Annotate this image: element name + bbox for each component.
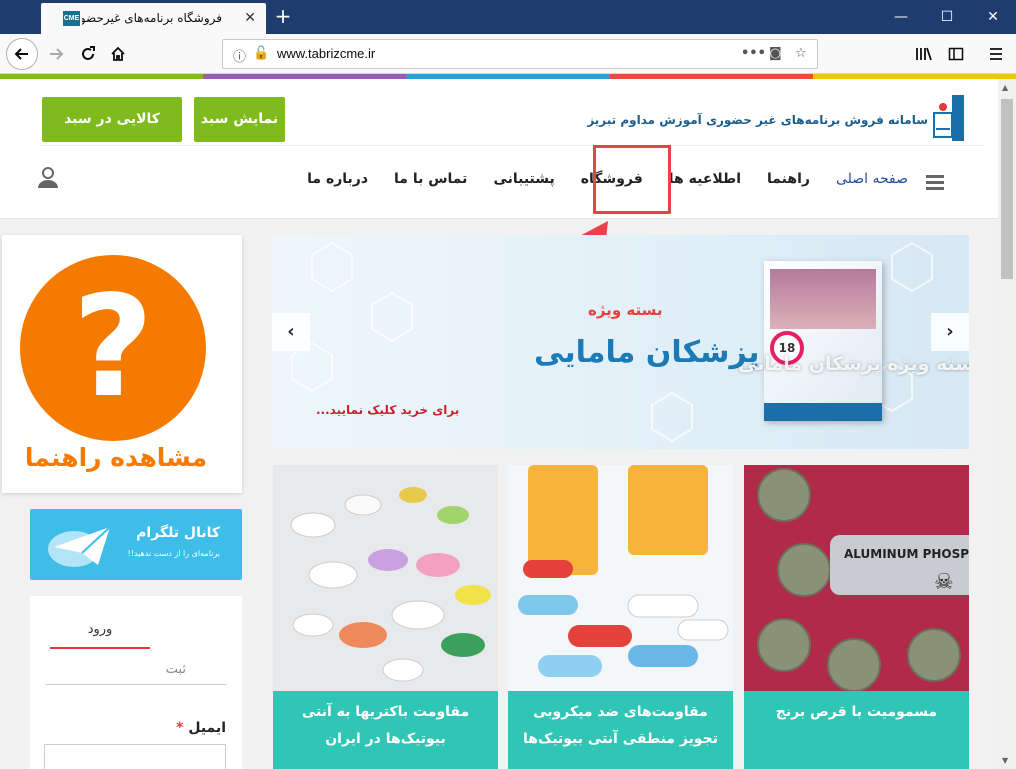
menu-item-guide[interactable]: راهنما bbox=[767, 171, 810, 187]
menu-button[interactable] bbox=[982, 40, 1010, 68]
email-label: ایمیل * bbox=[176, 720, 226, 736]
home-icon bbox=[111, 46, 125, 61]
product-label-text: ALUMINUM PHOSPHI bbox=[844, 547, 969, 561]
shop-highlight-box bbox=[593, 145, 671, 214]
telegram-plane-icon bbox=[48, 526, 111, 567]
aluminum-phosphide-image: ALUMINUM PHOSPHI ☠ bbox=[744, 465, 969, 691]
window-close-button[interactable]: ✕ bbox=[970, 0, 1016, 34]
insecure-lock-icon[interactable]: 🔓 bbox=[253, 46, 269, 61]
site-logo-icon[interactable] bbox=[930, 93, 968, 143]
product-caption[interactable]: مقاومت باکتریها به آنتی بیوتیک‌ها در ایر… bbox=[273, 691, 498, 769]
slide-cta[interactable]: برای خرید کلیک نمایید... bbox=[316, 403, 459, 417]
telegram-title: کانال تلگرام bbox=[136, 525, 220, 541]
telegram-subtitle: برنامه‌ای را از دست ندهید!! bbox=[127, 549, 221, 558]
header-divider bbox=[40, 145, 985, 146]
minimize-button[interactable]: — bbox=[878, 0, 924, 34]
menu-item-home[interactable]: صفحه اصلی bbox=[836, 171, 908, 187]
sidebar-icon bbox=[948, 47, 964, 61]
empty-cart-button[interactable]: کالایی در سبد نیست bbox=[42, 97, 182, 172]
email-field[interactable] bbox=[44, 744, 226, 769]
required-mark: * bbox=[176, 720, 184, 736]
reload-icon bbox=[82, 46, 95, 60]
menu-item-contact[interactable]: تماس با ما bbox=[394, 171, 467, 187]
box-photo bbox=[770, 269, 876, 329]
pills-image bbox=[273, 465, 498, 691]
site-menu-icon[interactable] bbox=[926, 175, 944, 190]
maximize-button[interactable]: ☐ bbox=[924, 0, 970, 34]
library-icon bbox=[916, 47, 932, 61]
browser-titlebar: CME فروشگاه برنامه‌های غیرحضوری مر ✕ + —… bbox=[0, 0, 1016, 34]
reload-button[interactable] bbox=[74, 40, 102, 68]
site-header: کالایی در سبد نیست نمایش سبد سامانه فروش… bbox=[0, 79, 998, 219]
tab-register[interactable]: ثبت bbox=[50, 662, 226, 677]
scroll-up-icon[interactable]: ▲ bbox=[1002, 83, 1008, 92]
email-label-text: ایمیل bbox=[188, 720, 226, 736]
tab-close-icon[interactable]: ✕ bbox=[244, 9, 256, 27]
slider-prev-button[interactable]: ‹ bbox=[272, 313, 310, 351]
product-card[interactable]: مقاومت‌های ضد میکروبی تجویز منطقی آنتی ب… bbox=[508, 465, 733, 769]
scroll-thumb[interactable] bbox=[1001, 99, 1013, 279]
browser-tab[interactable]: CME فروشگاه برنامه‌های غیرحضوری مر ✕ bbox=[41, 3, 266, 34]
product-box-image: 18 bbox=[764, 261, 882, 421]
url-bar[interactable]: ⓘ 🔓 www.tabrizcme.ir ••• ◙ ☆ bbox=[222, 39, 818, 69]
sidebar-button[interactable] bbox=[942, 40, 970, 68]
forward-arrow-icon bbox=[50, 48, 64, 60]
library-button[interactable] bbox=[910, 40, 938, 68]
menu-item-support[interactable]: پشتیبانی bbox=[493, 171, 554, 187]
telegram-banner[interactable]: کانال تلگرام برنامه‌ای را از دست ندهید!! bbox=[30, 509, 242, 580]
tab-login[interactable]: ورود bbox=[50, 622, 150, 637]
skull-icon: ☠ bbox=[934, 570, 954, 595]
tab-register-underline bbox=[46, 684, 226, 685]
browser-navbar: ⓘ 🔓 www.tabrizcme.ir ••• ◙ ☆ bbox=[0, 34, 1016, 74]
page-actions-icon[interactable]: ••• bbox=[741, 46, 766, 61]
slider-next-button[interactable]: › bbox=[931, 313, 969, 351]
promo-slider[interactable]: ‹ › بسته ویژه پزشکان مامایی برای خرید کل… bbox=[272, 235, 969, 449]
box-footer bbox=[764, 403, 882, 421]
help-label[interactable]: مشاهده راهنما bbox=[2, 443, 230, 472]
favicon-icon: CME bbox=[63, 11, 80, 26]
bookmark-star-icon[interactable]: ☆ bbox=[795, 46, 807, 61]
new-tab-button[interactable]: + bbox=[272, 5, 294, 27]
page-scrollbar[interactable]: ▲ ▼ bbox=[998, 79, 1016, 769]
product-card[interactable]: ALUMINUM PHOSPHI ☠ مسمومیت با قرص برنج bbox=[744, 465, 969, 769]
back-button[interactable] bbox=[6, 38, 38, 70]
capsules-image bbox=[508, 465, 733, 691]
question-mark-icon[interactable]: ? bbox=[20, 255, 206, 441]
login-card: ورود ثبت ایمیل * bbox=[30, 596, 242, 769]
page-viewport: کالایی در سبد نیست نمایش سبد سامانه فروش… bbox=[0, 79, 998, 769]
url-text[interactable]: www.tabrizcme.ir bbox=[277, 46, 375, 61]
tab-title: فروشگاه برنامه‌های غیرحضوری مر bbox=[82, 11, 222, 25]
pocket-icon[interactable]: ◙ bbox=[769, 46, 782, 61]
slide-title: پزشکان مامایی bbox=[534, 335, 760, 370]
product-card[interactable]: مقاومت باکتریها به آنتی بیوتیک‌ها در ایر… bbox=[273, 465, 498, 769]
site-title[interactable]: سامانه فروش برنامه‌های غیر حضوری آموزش م… bbox=[587, 113, 928, 127]
product-caption[interactable]: مقاومت‌های ضد میکروبی تجویز منطقی آنتی ب… bbox=[508, 691, 733, 769]
help-card[interactable]: ? مشاهده راهنما bbox=[2, 235, 242, 493]
home-button[interactable] bbox=[104, 40, 132, 68]
tab-login-underline bbox=[50, 647, 150, 649]
back-arrow-icon bbox=[14, 48, 28, 60]
show-cart-button[interactable]: نمایش سبد bbox=[194, 97, 285, 142]
user-account-icon[interactable] bbox=[36, 165, 60, 189]
product-caption[interactable]: مسمومیت با قرص برنج bbox=[744, 691, 969, 769]
menu-item-about[interactable]: درباره ما bbox=[307, 171, 368, 187]
menu-item-news[interactable]: اطلاعیه ها bbox=[669, 171, 741, 187]
slide-tag: بسته ویژه bbox=[588, 301, 663, 319]
info-icon[interactable]: ⓘ bbox=[233, 46, 246, 65]
hamburger-menu-icon bbox=[990, 48, 1002, 60]
forward-button[interactable] bbox=[42, 40, 70, 68]
slide-ghost-caption: بسته ویژه پزشکان مامایی bbox=[738, 353, 969, 375]
scroll-down-icon[interactable]: ▼ bbox=[1002, 756, 1008, 765]
